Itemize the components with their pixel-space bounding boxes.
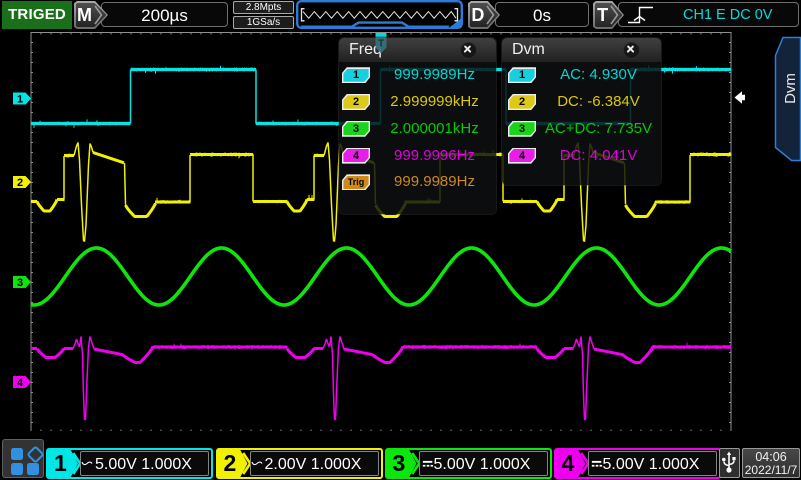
svg-text:T: T xyxy=(378,39,384,50)
